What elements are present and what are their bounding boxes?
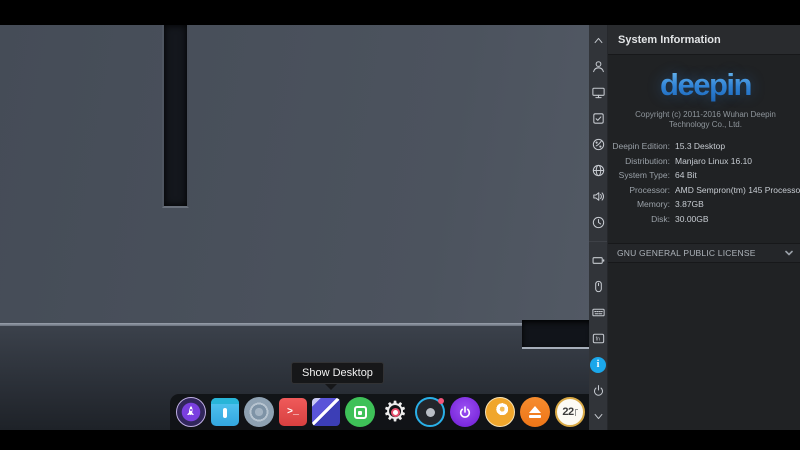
control-center: fn i System Information deepin Copyright… xyxy=(589,25,800,430)
field-value: 15.3 Desktop xyxy=(675,141,726,152)
shutdown-icon[interactable] xyxy=(590,383,606,399)
music-player-icon[interactable] xyxy=(485,397,515,427)
rocket-icon xyxy=(187,406,194,416)
eject-usb-icon[interactable] xyxy=(520,397,550,427)
atom-core-dot xyxy=(425,407,435,417)
chevron-down-icon[interactable] xyxy=(590,409,606,425)
field-distribution: Distribution: Manjaro Linux 16.10 xyxy=(608,154,800,169)
keyboard-icon[interactable] xyxy=(590,304,606,320)
field-system-type: System Type: 64 Bit xyxy=(608,168,800,183)
calendar-day: 22 xyxy=(562,406,574,418)
app-store-icon[interactable] xyxy=(345,397,375,427)
chevron-up-icon[interactable] xyxy=(590,32,606,48)
default-apps-icon[interactable] xyxy=(590,110,606,126)
license-row[interactable]: GNU GENERAL PUBLIC LICENSE xyxy=(608,243,800,263)
shortcuts-fn-icon[interactable]: fn xyxy=(590,331,606,347)
sound-icon[interactable] xyxy=(590,189,606,205)
power-management-icon[interactable] xyxy=(590,252,606,268)
license-label: GNU GENERAL PUBLIC LICENSE xyxy=(617,248,756,258)
media-player-icon[interactable] xyxy=(415,397,445,427)
show-desktop-icon[interactable] xyxy=(312,398,340,426)
terminal-prompt-glyph: >_ xyxy=(286,406,299,418)
personalization-icon[interactable] xyxy=(590,137,606,153)
network-icon[interactable] xyxy=(590,163,606,179)
browser-icon[interactable] xyxy=(244,397,274,427)
field-label: Distribution: xyxy=(625,155,670,166)
deepin-logo: deepin xyxy=(608,67,800,103)
dock-tooltip: Show Desktop xyxy=(291,362,384,390)
field-label: Processor: xyxy=(629,184,670,195)
svg-text:fn: fn xyxy=(595,336,599,342)
field-value: Manjaro Linux 16.10 xyxy=(675,155,753,166)
control-center-navbar: fn i xyxy=(589,25,608,430)
field-deepin-edition: Deepin Edition: 15.3 Desktop xyxy=(608,139,800,154)
eject-triangle xyxy=(529,406,541,414)
copyright-text: Copyright (c) 2011-2016 Wuhan Deepin Tec… xyxy=(635,110,776,129)
calendar-icon[interactable]: 22 xyxy=(555,397,585,427)
chevron-down-icon[interactable] xyxy=(784,248,794,258)
gear-center-dot xyxy=(390,407,400,417)
field-disk: Disk: 30.00GB xyxy=(608,212,800,227)
wallpaper-vertical-slot xyxy=(162,25,189,208)
wallpaper-notch-line xyxy=(522,347,592,349)
display-icon[interactable] xyxy=(590,84,606,100)
navbar-divider xyxy=(589,241,607,242)
user-icon[interactable] xyxy=(590,58,606,74)
field-label: System Type: xyxy=(618,170,670,181)
mouse-icon[interactable] xyxy=(590,278,606,294)
system-fields: Deepin Edition: 15.3 Desktop Distributio… xyxy=(608,139,800,226)
system-information-panel: System Information deepin Copyright (c) … xyxy=(608,25,800,430)
field-label: Memory: xyxy=(636,199,670,210)
field-value: AMD Sempron(tm) 145 Processor xyxy=(675,184,800,195)
field-memory: Memory: 3.87GB xyxy=(608,197,800,212)
launcher-icon[interactable] xyxy=(176,397,206,427)
field-label: Deepin Edition: xyxy=(612,141,670,152)
eject-bar xyxy=(529,415,541,418)
clock-icon[interactable] xyxy=(590,215,606,231)
session-power-icon[interactable] xyxy=(450,397,480,427)
desktop: Show Desktop >_ ⚙ xyxy=(0,25,800,430)
settings-gear-icon[interactable]: ⚙ xyxy=(380,397,410,427)
calendar-lunar-mark xyxy=(574,408,578,416)
dock: >_ ⚙ 22 xyxy=(170,394,590,430)
field-label: Disk: xyxy=(651,213,670,224)
field-value: 64 Bit xyxy=(675,170,697,181)
field-value: 30.00GB xyxy=(675,213,709,224)
file-manager-icon[interactable] xyxy=(211,398,239,426)
field-value: 3.87GB xyxy=(675,199,704,210)
wallpaper-notch xyxy=(522,320,592,347)
store-box-glyph xyxy=(353,405,367,419)
atom-pink-dot xyxy=(438,398,444,404)
power-glyph-icon xyxy=(459,406,471,418)
field-processor: Processor: AMD Sempron(tm) 145 Processor xyxy=(608,183,800,198)
panel-title: System Information xyxy=(608,25,800,55)
system-information-icon[interactable]: i xyxy=(590,356,606,373)
terminal-icon[interactable]: >_ xyxy=(279,398,307,426)
